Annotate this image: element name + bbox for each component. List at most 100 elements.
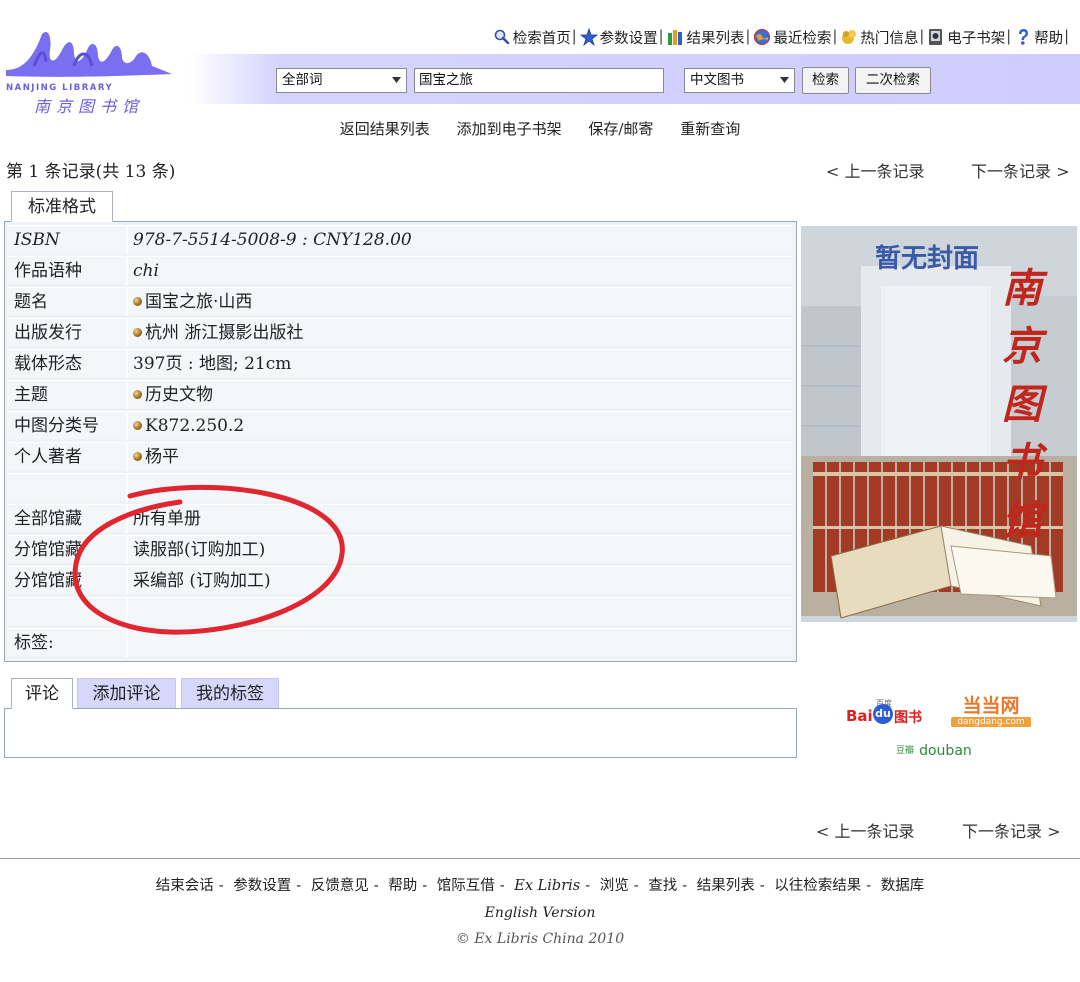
footer-link-databases[interactable]: 数据库 xyxy=(881,878,925,894)
search-field-select[interactable]: 全部词 xyxy=(276,68,407,93)
separator: | xyxy=(571,29,577,45)
top-link-hot-info[interactable]: 热门信息 xyxy=(840,27,918,48)
table-row: ISBN 978-7-5514-5008-9 : CNY128.00 xyxy=(8,225,793,254)
footer-divider xyxy=(0,858,1080,859)
baidu-paw-icon: du xyxy=(873,704,893,724)
footer-link-find[interactable]: 查找 xyxy=(648,878,677,894)
field-value-title[interactable]: 国宝之旅·山西 xyxy=(133,288,252,316)
baidu-text: Bai xyxy=(846,707,873,725)
footer-link-browse[interactable]: 浏览 xyxy=(600,878,629,894)
vertical-library-name: 南 京 图 书 馆 xyxy=(997,260,1047,550)
table-row-empty xyxy=(8,597,793,626)
search-button[interactable]: 检索 xyxy=(802,67,849,94)
subject-link[interactable]: 历史文物 xyxy=(145,385,213,405)
bottom-prev-record-link[interactable]: < 上一条记录 xyxy=(816,818,915,842)
database-select-value: 中文图书 xyxy=(690,72,744,88)
table-row: 个人著者 杨平 xyxy=(8,442,793,471)
top-link-search-home[interactable]: 检索首页 xyxy=(493,27,571,48)
tab-standard-format[interactable]: 标准格式 xyxy=(11,191,113,222)
all-holdings-link[interactable]: 所有单册 xyxy=(133,505,201,533)
top-link-label: 电子书架 xyxy=(947,30,1006,47)
bullet-icon xyxy=(133,390,142,399)
top-link-recent-search[interactable]: 最近检索 xyxy=(753,27,831,48)
top-link-label: 参数设置 xyxy=(599,30,658,47)
field-value-isbn: 978-7-5514-5008-9 : CNY128.00 xyxy=(133,230,412,250)
dangdang-logo[interactable]: 当当网 dangdang.com xyxy=(951,697,1031,727)
new-query-link[interactable]: 重新查询 xyxy=(680,120,740,138)
add-to-ebook-shelf-link[interactable]: 添加到电子书架 xyxy=(457,120,562,138)
footer-link-ex-libris[interactable]: Ex Libris xyxy=(514,878,580,894)
top-link-result-list[interactable]: 结果列表 xyxy=(667,27,745,48)
table-row: 主题 历史文物 xyxy=(8,380,793,409)
footer-link-feedback[interactable]: 反馈意见 xyxy=(311,878,369,894)
secondary-search-button[interactable]: 二次检索 xyxy=(855,67,931,94)
field-label: 作品语种 xyxy=(8,257,128,285)
record-detail-table: ISBN 978-7-5514-5008-9 : CNY128.00 作品语种 ch… xyxy=(4,221,797,662)
logo-text-en: NANJING LIBRARY xyxy=(6,83,113,93)
top-link-label: 帮助 xyxy=(1034,30,1064,47)
chevron-down-icon xyxy=(780,77,789,83)
table-row: 分馆馆藏 读服部(订购加工) xyxy=(8,535,793,564)
field-label xyxy=(8,474,128,502)
back-to-results-link[interactable]: 返回结果列表 xyxy=(340,120,430,138)
footer-link-ill[interactable]: 馆际互借 xyxy=(437,878,495,894)
nanjing-library-logo[interactable]: NANJING LIBRARY 南京图书馆 xyxy=(4,26,176,122)
separator: | xyxy=(1064,29,1069,45)
field-value-subject[interactable]: 历史文物 xyxy=(133,381,213,409)
bottom-next-record-link[interactable]: 下一条记录 > xyxy=(962,818,1061,842)
next-record-link[interactable]: 下一条记录 > xyxy=(971,158,1070,182)
library-name-char: 书 xyxy=(1002,439,1042,486)
top-link-ebook-shelf[interactable]: 电子书架 xyxy=(927,27,1005,48)
english-version-link[interactable]: English Version xyxy=(0,905,1080,921)
field-label: ISBN xyxy=(8,226,128,254)
classification-link[interactable]: K872.250.2 xyxy=(145,416,244,436)
tab-comments[interactable]: 评论 xyxy=(11,678,73,709)
field-value-author[interactable]: 杨平 xyxy=(133,443,179,471)
field-value-publisher[interactable]: 杭州 浙江摄影出版社 xyxy=(133,319,303,347)
save-email-link[interactable]: 保存/邮寄 xyxy=(588,120,653,138)
footer-link-end-session[interactable]: 结束会话 xyxy=(156,878,214,894)
library-logo-icon: NANJING LIBRARY 南京图书馆 xyxy=(6,31,172,116)
footer-link-result-list[interactable]: 结果列表 xyxy=(697,878,755,894)
footer-link-help[interactable]: 帮助 xyxy=(388,878,417,894)
ebook-shelf-icon xyxy=(929,29,943,45)
comments-panel xyxy=(4,708,797,758)
field-value-classification[interactable]: K872.250.2 xyxy=(133,412,244,440)
bullet-icon xyxy=(133,297,142,306)
magnifier-icon xyxy=(494,29,509,45)
prev-record-link[interactable]: < 上一条记录 xyxy=(826,158,925,182)
no-cover-text: 暂无封面 xyxy=(875,244,980,274)
table-row: 作品语种 chi xyxy=(8,256,793,285)
field-label: 分馆馆藏 xyxy=(8,567,128,595)
baidu-book-logo[interactable]: 百度 Bai du 图书 xyxy=(846,698,926,730)
field-label: 标签: xyxy=(8,629,128,657)
top-link-label: 最近检索 xyxy=(773,30,832,47)
branch-holdings-link[interactable]: 采编部 (订购加工) xyxy=(133,567,271,595)
douban-logo[interactable]: 豆瓣 douban xyxy=(896,740,976,759)
database-select[interactable]: 中文图书 xyxy=(684,68,795,93)
book-cover-image: 暂无封面 南 京 图 书 馆 xyxy=(801,226,1077,622)
star-settings-icon xyxy=(579,28,598,46)
help-icon xyxy=(1019,29,1029,45)
field-label: 载体形态 xyxy=(8,350,128,378)
author-link[interactable]: 杨平 xyxy=(145,447,179,467)
table-row: 全部馆藏 所有单册 xyxy=(8,504,793,533)
tab-my-tags[interactable]: 我的标签 xyxy=(181,678,279,708)
table-row: 分馆馆藏 采编部 (订购加工) xyxy=(8,566,793,595)
top-navigation: 检索首页 | 参数设置 | 结果列表 | 最近检索 | 热门信息 | 电子书架 … xyxy=(493,26,1072,48)
search-input[interactable]: 国宝之旅 xyxy=(414,68,664,93)
douban-cn-text: 豆瓣 xyxy=(896,746,915,756)
publisher-link[interactable]: 杭州 浙江摄影出版社 xyxy=(145,323,303,343)
copyright-text: © Ex Libris China 2010 xyxy=(455,931,625,947)
footer-link-previous-searches[interactable]: 以往检索结果 xyxy=(774,878,861,894)
top-link-settings[interactable]: 参数设置 xyxy=(579,27,658,48)
top-link-help[interactable]: 帮助 xyxy=(1014,27,1063,48)
tab-add-comment[interactable]: 添加评论 xyxy=(77,678,176,708)
footer-link-settings[interactable]: 参数设置 xyxy=(233,878,291,894)
title-link[interactable]: 国宝之旅·山西 xyxy=(145,292,252,312)
hot-info-icon xyxy=(842,30,857,44)
table-row: 标签: xyxy=(8,628,793,657)
branch-holdings-link[interactable]: 读服部(订购加工) xyxy=(133,536,265,564)
separator: | xyxy=(919,29,925,45)
field-label: 主题 xyxy=(8,381,128,409)
